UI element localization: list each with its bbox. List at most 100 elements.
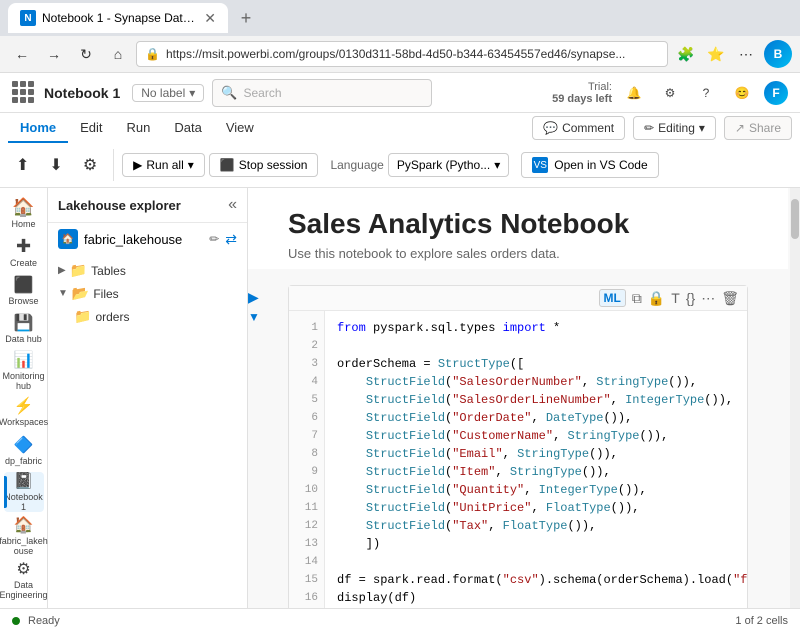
browse-icon: ⬛ [14, 275, 34, 295]
tab-home[interactable]: Home [8, 113, 68, 143]
trial-info: Trial: 59 days left [552, 81, 612, 105]
waffle-menu-button[interactable] [12, 81, 36, 105]
sidebar-item-monitoring[interactable]: 📊 Monitoring hub [4, 351, 44, 391]
add-cell-below-button[interactable]: ⬇ [41, 151, 70, 179]
cell-more-icon[interactable]: ⋯ [701, 290, 715, 307]
sidebar-item-browse[interactable]: ⬛ Browse [4, 273, 44, 308]
main-layout: 🏠 Home ✚ Create ⬛ Browse 💾 Data hub 📊 Mo… [0, 188, 800, 608]
add-code-icon[interactable]: {} [686, 290, 695, 306]
search-placeholder: Search [243, 86, 281, 100]
notebook-scroll-area: Sales Analytics Notebook Use this notebo… [248, 188, 800, 608]
share-button[interactable]: ↗ Share [724, 116, 792, 140]
code-line-16: display(df) [337, 589, 735, 607]
forward-button[interactable]: → [40, 40, 68, 68]
sidebar-item-data-engineering[interactable]: ⚙ Data Engineering [4, 560, 44, 600]
edge-icon[interactable]: B [764, 40, 792, 68]
sidebar-item-workspaces[interactable]: ⚡ Workspaces [4, 395, 44, 430]
trial-label: Trial: [552, 81, 612, 93]
code-lines[interactable]: from pyspark.sql.types import * orderSch… [325, 311, 747, 608]
sidebar-item-datahub[interactable]: 💾 Data hub [4, 312, 44, 347]
run-all-button[interactable]: ▶ Run all ▾ [122, 153, 205, 177]
label-badge-button[interactable]: No label ▾ [132, 84, 204, 102]
comment-button[interactable]: 💬 Comment [532, 116, 625, 140]
language-dropdown[interactable]: PySpark (Pytho... ▾ [388, 153, 509, 177]
sidebar-datahub-label: Data hub [5, 335, 42, 345]
tab-view[interactable]: View [214, 113, 266, 143]
comment-label: Comment [562, 121, 614, 135]
language-label: Language [330, 158, 383, 172]
code-line-11: StructField("UnitPrice", FloatType()), [337, 499, 735, 517]
sidebar-create-label: Create [10, 259, 37, 269]
save-button[interactable]: ⬆ [8, 151, 37, 179]
editing-chevron-icon: ▾ [699, 121, 705, 135]
tab-edit[interactable]: Edit [68, 113, 114, 143]
help-button[interactable]: ? [692, 79, 720, 107]
search-box[interactable]: 🔍 Search [212, 79, 432, 107]
stop-session-button[interactable]: ⬛ Stop session [209, 153, 319, 177]
cell-settings-button[interactable]: ⚙ [75, 151, 105, 179]
topbar-icons: 🔔 ⚙ ? 😊 F [620, 79, 788, 107]
sidebar-item-dp-fabric[interactable]: 🔷 dp_fabric [4, 433, 44, 468]
ribbon-divider-1 [113, 149, 114, 181]
status-indicator [12, 617, 20, 625]
explorer-header: Lakehouse explorer « [48, 188, 247, 223]
editing-button[interactable]: ✏ Editing ▾ [633, 116, 716, 140]
settings-button[interactable]: ⚙ [656, 79, 684, 107]
edit-lakehouse-icon[interactable]: ✏ [209, 232, 219, 246]
collapse-panel-button[interactable]: « [228, 196, 237, 214]
new-tab-button[interactable]: + [232, 4, 260, 32]
browser-menu-button[interactable]: ⋯ [732, 40, 760, 68]
status-bar: Ready 1 of 2 cells [0, 608, 800, 632]
left-sidebar: 🏠 Home ✚ Create ⬛ Browse 💾 Data hub 📊 Mo… [0, 188, 48, 608]
sidebar-item-home[interactable]: 🏠 Home [4, 196, 44, 231]
tab-close-button[interactable]: ✕ [204, 10, 216, 27]
notebook-scroll-thumb[interactable] [791, 199, 799, 239]
sidebar-item-create[interactable]: ✚ Create [4, 235, 44, 270]
active-tab[interactable]: N Notebook 1 - Synapse Data En... ✕ [8, 3, 228, 33]
sidebar-item-fabric-lakehouse[interactable]: 🏠 fabric_lakeh ouse [4, 516, 44, 556]
lock-cell-icon[interactable]: 🔒 [648, 290, 665, 307]
open-vs-code-button[interactable]: VS Open in VS Code [521, 152, 658, 178]
add-text-icon[interactable]: T [671, 290, 680, 306]
stop-icon: ⬛ [220, 158, 235, 172]
notifications-button[interactable]: 🔔 [620, 79, 648, 107]
home-button[interactable]: ⌂ [104, 40, 132, 68]
switch-lakehouse-icon[interactable]: ⇄ [225, 231, 237, 248]
tree-item-orders[interactable]: 📁 orders [48, 305, 247, 328]
sidebar-lakehouse-label: fabric_lakeh ouse [0, 537, 48, 557]
extensions-button[interactable]: 🧩 [672, 40, 700, 68]
address-text: https://msit.powerbi.com/groups/0130d311… [166, 47, 659, 61]
tab-run[interactable]: Run [115, 113, 163, 143]
vs-code-label: Open in VS Code [554, 158, 647, 172]
code-line-8: StructField("Email", StringType()), [337, 445, 735, 463]
back-button[interactable]: ← [8, 40, 36, 68]
refresh-button[interactable]: ↻ [72, 40, 100, 68]
notebook-scrollbar[interactable] [790, 188, 800, 608]
explorer-title: Lakehouse explorer [58, 198, 181, 213]
collapse-cell-button[interactable]: ▼ [248, 310, 260, 324]
code-line-9: StructField("Item", StringType()), [337, 463, 735, 481]
address-bar[interactable]: 🔒 https://msit.powerbi.com/groups/0130d3… [136, 41, 668, 67]
code-line-2 [337, 337, 735, 355]
tree-item-files[interactable]: ▼ 📂 Files [48, 282, 247, 305]
code-line-4: StructField("SalesOrderNumber", StringTy… [337, 373, 735, 391]
run-cell-button[interactable]: ▶ [248, 289, 260, 306]
copy-cell-icon[interactable]: ⧉ [632, 290, 642, 307]
code-cell-container: ▶ ▼ ML ⧉ 🔒 T {} ⋯ 🗑 [268, 277, 768, 608]
delete-cell-icon[interactable]: 🗑 [721, 290, 739, 307]
sidebar-item-notebook[interactable]: 📓 Notebook 1 [4, 472, 44, 512]
tab-data[interactable]: Data [162, 113, 213, 143]
user-avatar[interactable]: F [764, 81, 788, 105]
lakehouse-name: fabric_lakehouse [84, 232, 203, 247]
top-bar: Notebook 1 No label ▾ 🔍 Search Trial: 59… [0, 73, 800, 113]
sidebar-workspaces-label: Workspaces [0, 418, 48, 428]
code-line-14 [337, 553, 735, 571]
lakehouse-item-icon: 🏠 [58, 229, 78, 249]
sidebar-browse-label: Browse [8, 297, 38, 307]
code-line-6: StructField("OrderDate", DateType()), [337, 409, 735, 427]
favorites-button[interactable]: ⭐ [702, 40, 730, 68]
emoji-button[interactable]: 😊 [728, 79, 756, 107]
tree-item-tables[interactable]: ▶ 📁 Tables [48, 259, 247, 282]
editing-label: Editing [658, 121, 695, 135]
lakehouse-item[interactable]: 🏠 fabric_lakehouse ✏ ⇄ [48, 223, 247, 255]
